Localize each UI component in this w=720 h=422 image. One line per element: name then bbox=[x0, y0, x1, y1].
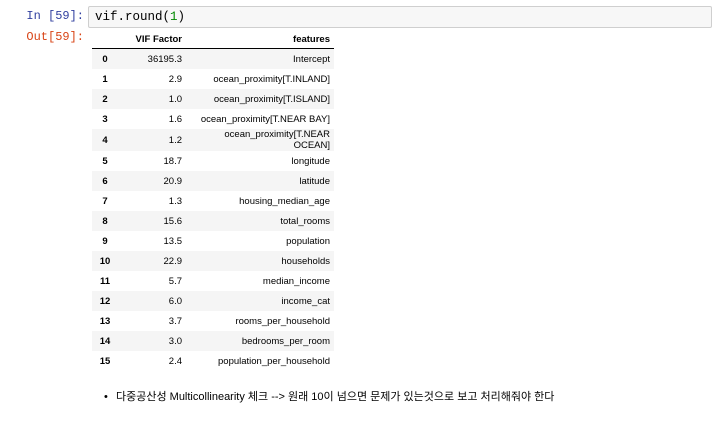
table-row: 7 1.3 housing_median_age bbox=[92, 191, 334, 211]
row-index: 9 bbox=[102, 235, 108, 247]
code-input-area[interactable]: vif.round(1) bbox=[88, 6, 712, 28]
row-index: 7 bbox=[102, 195, 108, 207]
feature-name: bedrooms_per_room bbox=[241, 335, 330, 347]
vif-value: 20.9 bbox=[163, 175, 183, 187]
feature-name: latitude bbox=[299, 175, 330, 187]
feature-name: total_rooms bbox=[280, 215, 330, 227]
table-header-row: VIF Factor features bbox=[92, 30, 334, 49]
vif-value: 36195.3 bbox=[147, 53, 182, 65]
row-index: 8 bbox=[102, 215, 108, 227]
row-index: 4 bbox=[102, 134, 108, 146]
table-row: 8 15.6 total_rooms bbox=[92, 211, 334, 231]
column-header-features: features bbox=[186, 30, 334, 49]
vif-value: 13.5 bbox=[163, 235, 183, 247]
vif-value: 6.0 bbox=[168, 295, 182, 307]
row-index: 11 bbox=[99, 275, 111, 287]
table-row: 11 5.7 median_income bbox=[92, 271, 334, 291]
table-row: 2 1.0 ocean_proximity[T.ISLAND] bbox=[92, 89, 334, 109]
feature-name: income_cat bbox=[281, 295, 330, 307]
output-prompt: Out[59]: bbox=[26, 30, 84, 44]
column-header-vif: VIF Factor bbox=[118, 30, 186, 49]
code-text: vif.round(1) bbox=[95, 10, 186, 24]
table-row: 12 6.0 income_cat bbox=[92, 291, 334, 311]
vif-value: 2.4 bbox=[168, 355, 182, 367]
feature-name: ocean_proximity[T.NEAR BAY] bbox=[200, 113, 330, 125]
note-text: 다중공산성 Multicollinearity 체크 --> 원래 10이 넘으… bbox=[116, 391, 555, 403]
table-row: 14 3.0 bedrooms_per_room bbox=[92, 331, 334, 351]
table-row: 3 1.6 ocean_proximity[T.NEAR BAY] bbox=[92, 109, 334, 129]
column-header-index bbox=[92, 30, 118, 49]
feature-name: ocean_proximity[T.NEAR OCEAN] bbox=[224, 129, 330, 151]
vif-value: 3.0 bbox=[168, 335, 182, 347]
feature-name: median_income bbox=[262, 275, 330, 287]
vif-value: 1.2 bbox=[168, 134, 182, 146]
dataframe-output: VIF Factor features 0 36195.3 Intercept 1 2.… bbox=[92, 30, 334, 371]
vif-value: 22.9 bbox=[163, 255, 183, 267]
feature-name: households bbox=[281, 255, 330, 267]
vif-value: 1.0 bbox=[168, 93, 182, 105]
feature-name: population bbox=[286, 235, 330, 247]
row-index: 13 bbox=[99, 315, 111, 327]
table-row: 9 13.5 population bbox=[92, 231, 334, 251]
row-index: 6 bbox=[102, 175, 108, 187]
vif-value: 2.9 bbox=[168, 73, 182, 85]
feature-name: Intercept bbox=[293, 53, 330, 65]
row-index: 3 bbox=[102, 113, 108, 125]
row-index: 2 bbox=[102, 93, 108, 105]
row-index: 12 bbox=[99, 295, 111, 307]
input-prompt: In [59]: bbox=[26, 9, 84, 23]
row-index: 0 bbox=[102, 53, 108, 65]
feature-name: ocean_proximity[T.INLAND] bbox=[213, 73, 330, 85]
vif-value: 3.7 bbox=[168, 315, 182, 327]
feature-name: housing_median_age bbox=[239, 195, 330, 207]
row-index: 10 bbox=[99, 255, 111, 267]
table-row: 6 20.9 latitude bbox=[92, 171, 334, 191]
table-row: 15 2.4 population_per_household bbox=[92, 351, 334, 371]
markdown-note: • 다중공산성 Multicollinearity 체크 --> 원래 10이 넘… bbox=[104, 388, 554, 404]
row-index: 5 bbox=[102, 155, 108, 167]
vif-value: 5.7 bbox=[168, 275, 182, 287]
row-index: 15 bbox=[99, 355, 111, 367]
table-row: 10 22.9 households bbox=[92, 251, 334, 271]
feature-name: longitude bbox=[291, 155, 330, 167]
table-row: 1 2.9 ocean_proximity[T.INLAND] bbox=[92, 69, 334, 89]
vif-value: 15.6 bbox=[163, 215, 183, 227]
row-index: 1 bbox=[102, 73, 108, 85]
input-cell[interactable]: In [59]: vif.round(1) bbox=[0, 4, 720, 32]
feature-name: ocean_proximity[T.ISLAND] bbox=[213, 93, 330, 105]
vif-value: 18.7 bbox=[163, 155, 183, 167]
table-row: 0 36195.3 Intercept bbox=[92, 48, 334, 69]
vif-value: 1.3 bbox=[168, 195, 182, 207]
row-index: 14 bbox=[99, 335, 111, 347]
feature-name: rooms_per_household bbox=[235, 315, 330, 327]
table-row: 13 3.7 rooms_per_household bbox=[92, 311, 334, 331]
feature-name: population_per_household bbox=[218, 355, 330, 367]
vif-value: 1.6 bbox=[168, 113, 182, 125]
bullet-icon: • bbox=[104, 391, 108, 403]
table-row: 5 18.7 longitude bbox=[92, 151, 334, 171]
table-row: 4 1.2 ocean_proximity[T.NEAR OCEAN] bbox=[92, 129, 334, 151]
